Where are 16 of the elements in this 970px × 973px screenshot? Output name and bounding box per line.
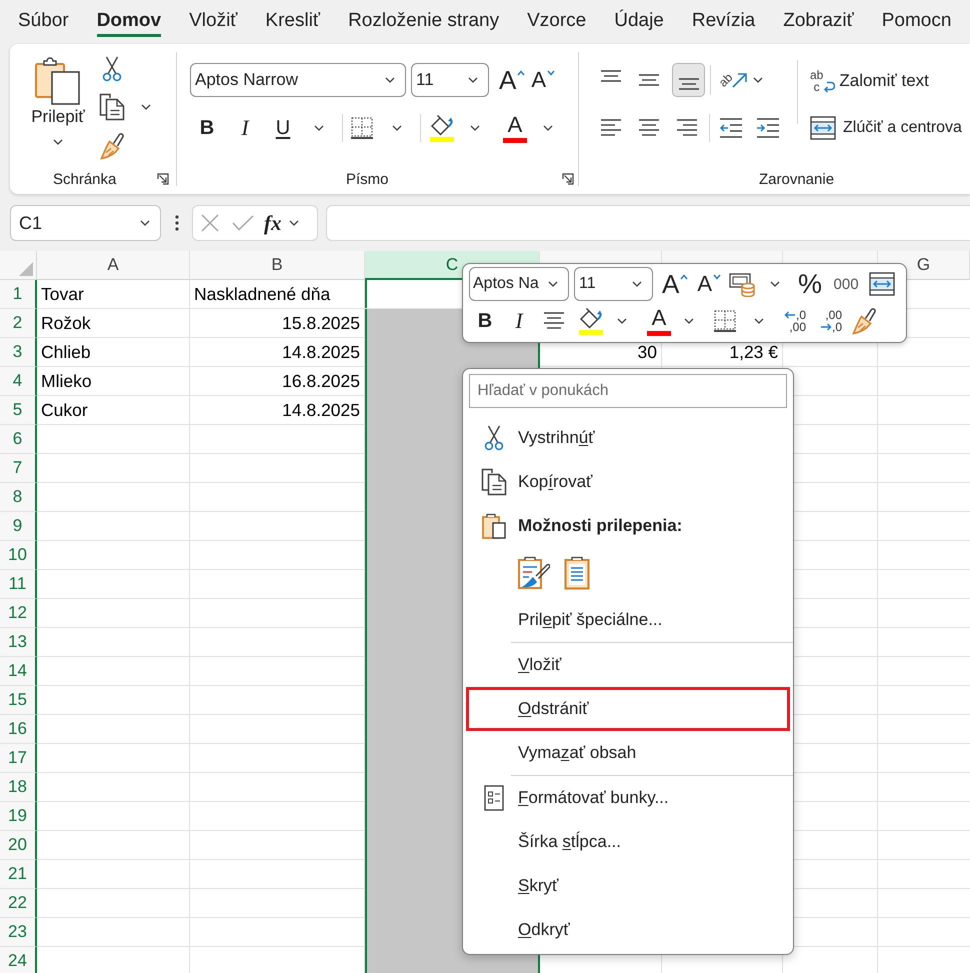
menu-heading: Možnosti prilepenia: [518,516,682,536]
table-cell-text: 14.8.2025 [281,398,361,422]
table-cell-text: Tovar [40,282,85,306]
table-cell-text: Chlieb [40,340,92,364]
table-cell-text: Rožok [40,312,92,334]
table-cell-text: Naskladnené dňa [193,282,332,306]
table-cell-text: 1,23 € [728,340,779,364]
table-cell-text: 15.8.2025 [281,312,361,334]
table-cell-text: Mlieko [40,370,93,392]
group-label: Písmo [346,170,389,188]
table-cell-text: 30 [636,340,658,364]
table-cell-text: 16.8.2025 [281,370,361,392]
group-label: Schránka [53,170,116,188]
table-cell-text: 14.8.2025 [281,340,361,364]
table-cell-text: Cukor [40,398,89,422]
group-label: Zarovnanie [759,170,834,188]
